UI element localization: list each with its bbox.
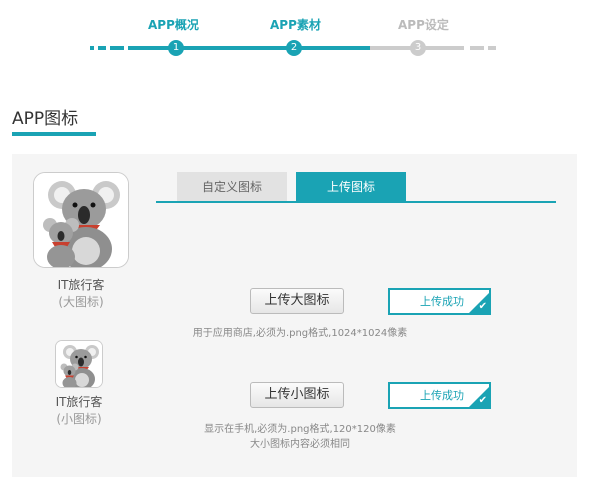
big-icon-preview (33, 172, 129, 268)
small-icon-status-text: 上传成功 (420, 389, 464, 402)
big-icon-upload-status: 上传成功 ✔ (388, 288, 491, 315)
stepper-line-dash (488, 46, 496, 50)
step-3-label[interactable]: APP设定 (398, 16, 449, 33)
big-icon-hint: 用于应用商店,必须为.png格式,1024*1024像素 (192, 328, 408, 339)
stepper-line-dash (98, 46, 106, 50)
section-title-underline (12, 132, 96, 136)
small-icon-app-name: IT旅行客 (55, 395, 103, 409)
step-1-label[interactable]: APP概况 (148, 16, 199, 33)
koala-plush-icon (56, 341, 102, 387)
upload-small-icon-button[interactable]: 上传小图标 (250, 382, 344, 408)
big-icon-caption: (大图标) (58, 295, 104, 309)
tab-custom-icon[interactable]: 自定义图标 (177, 172, 287, 202)
upload-big-icon-button[interactable]: 上传大图标 (250, 288, 344, 314)
small-icon-hint-note: 大小图标内容必须相同 (250, 439, 350, 450)
checkmark-icon: ✔ (478, 301, 487, 312)
big-icon-app-name: IT旅行客 (57, 278, 105, 292)
small-icon-upload-status: 上传成功 ✔ (388, 382, 491, 409)
small-icon-preview (55, 340, 103, 388)
tab-underline (156, 201, 556, 203)
tab-upload-icon[interactable]: 上传图标 (296, 172, 406, 202)
koala-plush-icon (34, 173, 128, 267)
stepper-line-dash (110, 46, 124, 50)
checkmark-icon: ✔ (478, 395, 487, 406)
step-2-label[interactable]: APP素材 (270, 16, 321, 33)
section-title: APP图标 (12, 109, 79, 129)
step-2-dot[interactable]: 2 (286, 40, 302, 56)
small-icon-caption: (小图标) (56, 412, 102, 426)
stepper-line-done (128, 46, 370, 50)
small-icon-hint: 显示在手机,必须为.png格式,120*120像素 (204, 424, 396, 435)
stepper-line-dash (470, 46, 484, 50)
stepper-line-dash (90, 46, 94, 50)
step-3-dot[interactable]: 3 (410, 40, 426, 56)
big-icon-status-text: 上传成功 (420, 295, 464, 308)
step-1-dot[interactable]: 1 (168, 40, 184, 56)
